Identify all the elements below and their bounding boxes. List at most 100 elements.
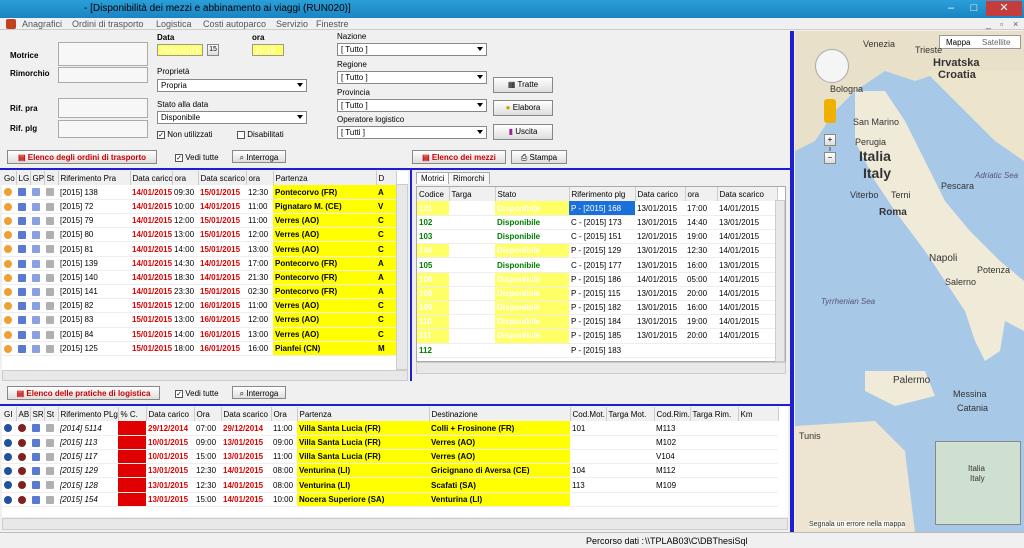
rif-plg-field[interactable] — [58, 120, 148, 138]
table-row[interactable]: 111 Disponibile P - [2015] 185 13/01/2015 20… — [417, 328, 777, 344]
orders-list-button[interactable]: ▤ Elenco degli ordini di trasporto — [7, 150, 157, 164]
document-icon[interactable] — [16, 270, 30, 286]
table-row[interactable]: 105 Disponibile C - [2015] 177 13/01/2015 16… — [417, 257, 777, 273]
mdi-restore-icon[interactable]: ▫ — [1000, 18, 1003, 30]
col-ora[interactable]: ora — [172, 171, 199, 186]
document-icon[interactable] — [30, 213, 44, 229]
truck-icon[interactable] — [16, 477, 30, 493]
table-row[interactable]: 103 Disponibile C - [2015] 151 12/01/2015 19… — [417, 229, 777, 245]
elabora-button[interactable]: ● Elabora — [493, 100, 553, 116]
col-riferimento-plg[interactable]: Riferimento plg — [569, 187, 636, 202]
table-row[interactable]: [2015] 72 14/01/2015 10:00 14/01/2015 11:00 P… — [2, 199, 396, 215]
app-icon[interactable] — [6, 19, 16, 29]
globe-icon[interactable] — [2, 421, 16, 436]
clock-icon[interactable] — [2, 284, 16, 300]
document-icon[interactable] — [16, 227, 30, 243]
col-ora[interactable]: ora — [685, 187, 718, 202]
col-sr[interactable]: SR — [30, 407, 45, 422]
rimorchio-field[interactable] — [58, 67, 148, 83]
document-icon[interactable] — [30, 284, 44, 300]
document-icon[interactable] — [30, 199, 44, 215]
col-partenza[interactable]: Partenza — [273, 171, 377, 186]
printer-icon[interactable] — [44, 341, 58, 356]
col--c-[interactable]: % C. — [118, 407, 147, 422]
printer-icon[interactable] — [44, 241, 58, 257]
col-km[interactable]: Km — [738, 407, 779, 422]
printer-icon[interactable] — [44, 477, 58, 493]
truck-icon[interactable] — [16, 492, 30, 507]
menu-costi[interactable]: Costi autoparco — [203, 18, 266, 30]
table-row[interactable]: [2015] 113 0 10/01/2015 09:00 13/01/2015 09:0… — [2, 435, 778, 451]
col-partenza[interactable]: Partenza — [297, 407, 430, 422]
table-row[interactable]: [2015] 117 0 10/01/2015 15:00 13/01/2015 11:0… — [2, 449, 778, 465]
table-row[interactable]: [2015] 125 15/01/2015 18:00 16/01/2015 16:00… — [2, 341, 396, 356]
col-cod-mot-[interactable]: Cod.Mot. — [570, 407, 607, 422]
zoom-out-button[interactable]: − — [824, 152, 836, 164]
col-ab[interactable]: AB — [16, 407, 31, 422]
minimize-button[interactable]: – — [940, 1, 962, 16]
zoom-in-button[interactable]: + — [824, 134, 836, 146]
table-row[interactable]: [2015] 82 15/01/2015 12:00 16/01/2015 11:00 V… — [2, 298, 396, 314]
printer-icon[interactable] — [44, 298, 58, 314]
globe-icon[interactable] — [2, 435, 16, 451]
regione-select[interactable]: [ Tutto ] — [337, 71, 487, 84]
document-icon[interactable] — [30, 492, 44, 507]
clock-icon[interactable] — [2, 312, 16, 328]
operatore-select[interactable]: [ Tutti ] — [337, 126, 487, 139]
pan-control-icon[interactable] — [815, 49, 849, 83]
menu-logistica[interactable]: Logistica — [156, 18, 192, 30]
col-ora[interactable]: Ora — [271, 407, 298, 422]
table-row[interactable]: [2015] 84 15/01/2015 14:00 16/01/2015 13:00 V… — [2, 327, 396, 342]
pratiche-hscrollbar[interactable] — [2, 518, 788, 530]
document-icon[interactable] — [30, 463, 44, 479]
col-data-scarico[interactable]: Data scarico — [221, 407, 272, 422]
uscita-button[interactable]: ▮ Uscita — [493, 124, 553, 140]
calendar-icon[interactable]: 15 — [207, 44, 219, 56]
col-d[interactable]: D — [376, 171, 397, 186]
data-input[interactable]: 26/01/2015 — [157, 44, 203, 56]
table-row[interactable]: 109 Disponibile P - [2015] 182 13/01/2015 16… — [417, 300, 777, 316]
col-data-carico[interactable]: Data carico — [635, 187, 686, 202]
tab-rimorchi[interactable]: Rimorchi — [448, 172, 490, 184]
table-row[interactable]: [2015] 129 0 13/01/2015 12:30 14/01/2015 08:0… — [2, 463, 778, 479]
col-targa-mot-[interactable]: Targa Mot. — [606, 407, 655, 422]
col-gp[interactable]: GP — [30, 171, 45, 186]
col-codice[interactable]: Codice — [417, 187, 450, 202]
globe-icon[interactable] — [2, 449, 16, 465]
printer-icon[interactable] — [44, 227, 58, 243]
document-icon[interactable] — [30, 241, 44, 257]
clock-icon[interactable] — [2, 341, 16, 356]
zoom-slider[interactable] — [829, 147, 831, 151]
table-row[interactable]: 106 Disponibile P - [2015] 186 14/01/2015 05… — [417, 272, 777, 287]
maximize-button[interactable]: □ — [963, 1, 985, 16]
globe-icon[interactable] — [2, 463, 16, 479]
tab-motrici[interactable]: Motrici — [416, 172, 450, 184]
clock-icon[interactable] — [2, 213, 16, 229]
table-row[interactable]: [2015] 79 14/01/2015 12:00 15/01/2015 11:00 V… — [2, 213, 396, 229]
menu-ordini[interactable]: Ordini di trasporto — [72, 18, 144, 30]
table-row[interactable]: [2015] 141 14/01/2015 23:30 15/01/2015 02:30… — [2, 284, 396, 300]
table-row[interactable]: 102 Disponibile C - [2015] 173 13/01/2015 14… — [417, 215, 777, 231]
col-ora[interactable]: ora — [246, 171, 274, 186]
mezzi-list-button[interactable]: ▤ Elenco dei mezzi — [412, 150, 506, 164]
document-icon[interactable] — [30, 270, 44, 286]
col-targa[interactable]: Targa — [449, 187, 496, 202]
rif-pra-field[interactable] — [58, 98, 148, 118]
clock-icon[interactable] — [2, 327, 16, 342]
tratte-button[interactable]: ▦ Tratte — [493, 77, 553, 93]
document-icon[interactable] — [16, 327, 30, 342]
truck-icon[interactable] — [16, 463, 30, 479]
col-destinazione[interactable]: Destinazione — [429, 407, 571, 422]
truck-icon[interactable] — [16, 435, 30, 451]
col-data-scarico[interactable]: Data scarico — [717, 187, 778, 202]
printer-icon[interactable] — [44, 270, 58, 286]
document-icon[interactable] — [16, 256, 30, 271]
stato-select[interactable]: Disponibile — [157, 111, 307, 124]
clock-icon[interactable] — [2, 227, 16, 243]
non-utilizzati-checkbox[interactable]: ✓ Non utilizzati — [157, 130, 213, 139]
orders-vedi-tutte-checkbox[interactable]: ✓ Vedi tutte — [175, 153, 219, 162]
document-icon[interactable] — [30, 298, 44, 314]
orders-vscrollbar[interactable] — [396, 184, 408, 370]
printer-icon[interactable] — [44, 492, 58, 507]
orders-interroga-button[interactable]: ⌕ Interroga — [232, 150, 286, 163]
